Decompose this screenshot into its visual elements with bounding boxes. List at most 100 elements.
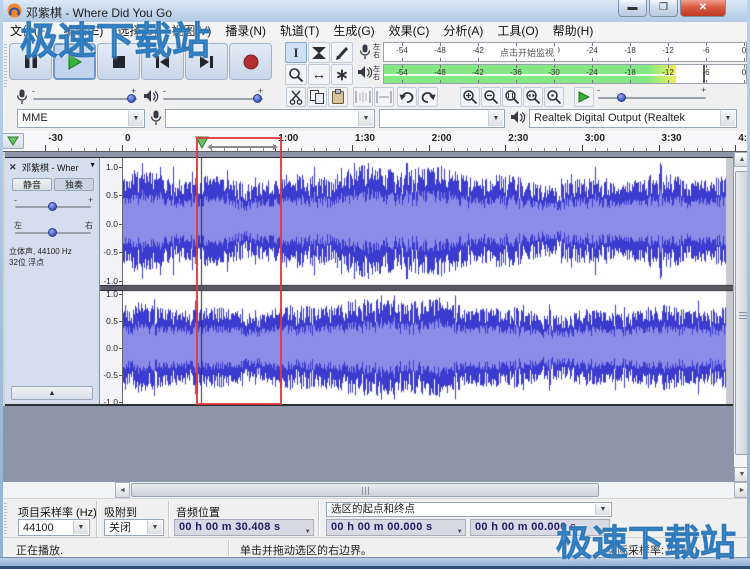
meter-scale-value: 0 — [741, 68, 747, 77]
stop-button[interactable] — [97, 43, 140, 80]
record-volume-thumb[interactable] — [127, 94, 136, 103]
amplitude-tick — [119, 167, 122, 168]
skip-start-button[interactable] — [141, 43, 184, 80]
record-volume-slider[interactable] — [33, 98, 137, 100]
record-meter[interactable]: -54-48-42-36-30-24-18-12-60 点击开始监视 — [383, 42, 747, 62]
envelope-tool-button[interactable] — [308, 42, 330, 63]
collapse-track-button[interactable]: ▲ — [11, 386, 93, 400]
redo-button[interactable] — [418, 87, 438, 107]
fit-selection-button[interactable] — [502, 87, 522, 107]
menu-item-9[interactable]: 工具(O) — [490, 22, 545, 40]
amplitude-scale-value: 0.5 — [106, 190, 118, 201]
menu-item-6[interactable]: 生成(G) — [326, 22, 381, 40]
selection-toolbar-grip[interactable] — [4, 503, 7, 535]
selection-end-field[interactable]: 00 h 00 m 00.000 s ▼ — [470, 519, 610, 536]
timeline-tick — [735, 145, 737, 151]
menu-item-8[interactable]: 分析(A) — [436, 22, 490, 40]
menu-item-10[interactable]: 帮助(H) — [546, 22, 601, 40]
meter-tick — [402, 58, 403, 61]
pan-thumb[interactable] — [48, 228, 57, 237]
solo-button[interactable]: 独奏 — [54, 178, 94, 191]
timeline-minor-tick — [288, 148, 290, 151]
trim-audio-button[interactable] — [353, 87, 373, 107]
menu-item-7[interactable]: 效果(C) — [382, 22, 437, 40]
record-button[interactable] — [229, 43, 272, 80]
play-at-speed-button[interactable] — [574, 87, 594, 107]
selection-tool-button[interactable]: I — [285, 42, 307, 63]
close-button[interactable]: ✕ — [680, 0, 726, 17]
title-bar[interactable]: 邓紫棋 - Where Did You Go ▬ ❐ ✕ — [0, 0, 750, 23]
timeline-minor-tick — [300, 148, 302, 151]
gain-thumb[interactable] — [48, 202, 57, 211]
project-rate-select[interactable]: 44100 ▼ — [18, 519, 90, 536]
input-device-select[interactable]: ▼ — [165, 109, 375, 128]
track-close-icon[interactable]: ✕ — [9, 162, 19, 172]
speaker-icon — [144, 90, 159, 102]
pause-button[interactable] — [9, 43, 52, 80]
play-speed-slider[interactable] — [598, 97, 706, 99]
vertical-scale-ruler[interactable]: 1.0 0.5 0.0 -0.5 -1.0 1.0 0.5 0.0 -0.5 -1.0 — [100, 158, 123, 407]
timeline-minor-tick — [492, 148, 494, 151]
timeline-minor-tick — [696, 148, 698, 151]
record-meter-hint[interactable]: 点击开始监视 — [496, 46, 559, 59]
copy-button[interactable] — [307, 87, 327, 107]
horizontal-scroll-thumb[interactable] — [131, 483, 599, 497]
menu-item-3[interactable]: 视图(V) — [164, 22, 218, 40]
menu-item-1[interactable]: 编辑(E) — [56, 22, 110, 40]
playhead-triangle-icon[interactable] — [195, 136, 209, 149]
meter-scale-value: -54 — [396, 68, 408, 77]
play-speed-thumb[interactable] — [617, 93, 626, 102]
horizontal-scrollbar[interactable]: ◄ ► — [0, 482, 750, 498]
timeline-minor-tick — [594, 148, 596, 151]
zoom-toggle-button[interactable] — [544, 87, 564, 107]
audio-position-field[interactable]: 00 h 00 m 30.408 s ▼ — [174, 519, 314, 536]
menu-item-2[interactable]: 选择(S) — [110, 22, 164, 40]
menu-item-5[interactable]: 轨道(T) — [273, 22, 326, 40]
fit-project-button[interactable] — [523, 87, 543, 107]
input-channels-select[interactable]: ▼ — [379, 109, 505, 128]
selection-start-field[interactable]: 00 h 00 m 00.000 s ▼ — [326, 519, 466, 536]
timeline-minor-tick — [530, 148, 532, 151]
timeline-minor-tick — [185, 148, 187, 151]
playback-meter[interactable]: -54 -48 -42 -36 -30 -24 -18 -12 -6 0 — [383, 64, 747, 84]
scroll-left-button[interactable]: ◄ — [115, 482, 130, 498]
playback-volume-slider[interactable] — [163, 98, 263, 100]
draw-tool-button[interactable] — [331, 42, 353, 63]
audio-host-select[interactable]: MME ▼ — [17, 109, 145, 128]
fit-project-icon — [526, 90, 541, 105]
meter-tick — [744, 58, 745, 61]
output-device-select[interactable]: Realtek Digital Output (Realtek ▼ — [529, 109, 737, 128]
track-name-menu[interactable]: 邓紫棋 - Wher ▼ — [22, 161, 96, 173]
zoom-out-button[interactable] — [481, 87, 501, 107]
cut-button[interactable] — [286, 87, 306, 107]
separator — [598, 540, 600, 556]
track-control-panel[interactable]: ✕ 邓紫棋 - Wher ▼ 静音 独奏 - + 左 右 立体声, 44100 … — [5, 158, 100, 404]
paste-button[interactable] — [328, 87, 348, 107]
play-button[interactable] — [53, 43, 96, 80]
zoom-tool-button[interactable] — [285, 64, 307, 85]
silence-audio-button[interactable] — [374, 87, 394, 107]
trim-icon — [355, 91, 371, 103]
undo-button[interactable] — [397, 87, 417, 107]
menu-item-4[interactable]: 播录(N) — [218, 22, 273, 40]
multi-tool-button[interactable]: ∗ — [331, 64, 353, 85]
stereo-waveform[interactable] — [123, 158, 733, 406]
zoom-out-icon — [484, 90, 499, 105]
audio-position-value: 00 h 00 m 30.408 s — [179, 521, 281, 533]
maximize-button[interactable]: ❐ — [649, 0, 678, 17]
amplitude-tick — [119, 401, 122, 403]
minimize-button[interactable]: ▬ — [618, 0, 647, 17]
timeline-ruler[interactable]: -3001:001:302:002:303:003:304:00 — [0, 131, 750, 152]
zoom-in-button[interactable] — [460, 87, 480, 107]
transport-grip[interactable] — [4, 44, 7, 88]
timeshift-tool-button[interactable]: ↔ — [308, 64, 330, 85]
menu-item-0[interactable]: 文件(F) — [3, 22, 56, 40]
skip-end-button[interactable] — [185, 43, 228, 80]
snap-to-select[interactable]: 关闭 ▼ — [104, 519, 164, 536]
playback-volume-thumb[interactable] — [253, 94, 262, 103]
mute-button[interactable]: 静音 — [12, 178, 52, 191]
speed-plus: + — [701, 85, 707, 95]
quickplay-drag-bar[interactable] — [207, 144, 278, 150]
selection-format-select[interactable]: 选区的起点和终点 ▼ — [326, 502, 612, 517]
timeline-label: 1:00 — [278, 133, 299, 144]
